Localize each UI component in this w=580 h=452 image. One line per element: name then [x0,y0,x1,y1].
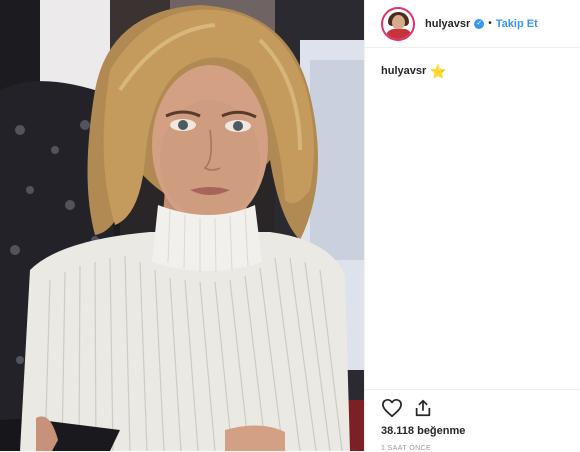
username-link[interactable]: hulyavsr [425,18,470,30]
star-emoji: ⭐ [430,63,447,79]
caption-username[interactable]: hulyavsr [381,65,426,77]
verified-badge-icon: ✓ [474,18,485,29]
instagram-post: hulyavsr ✓ • Takip Et hulyavsr ⭐ 38.118 … [0,0,580,452]
post-header: hulyavsr ✓ • Takip Et [365,0,580,48]
post-photo[interactable] [0,0,364,451]
separator-dot: • [488,18,492,29]
action-bar [381,396,564,420]
post-footer: 38.118 beğenme 1 SAAT ÖNCE [365,389,580,452]
follow-button[interactable]: Takip Et [496,18,538,30]
post-caption: hulyavsr ⭐ [365,48,580,79]
avatar[interactable] [381,6,415,41]
post-side-panel: hulyavsr ✓ • Takip Et hulyavsr ⭐ 38.118 … [364,0,580,452]
likes-count[interactable]: 38.118 beğenme [381,425,564,437]
share-icon[interactable] [413,398,433,418]
heart-icon[interactable] [381,398,403,418]
